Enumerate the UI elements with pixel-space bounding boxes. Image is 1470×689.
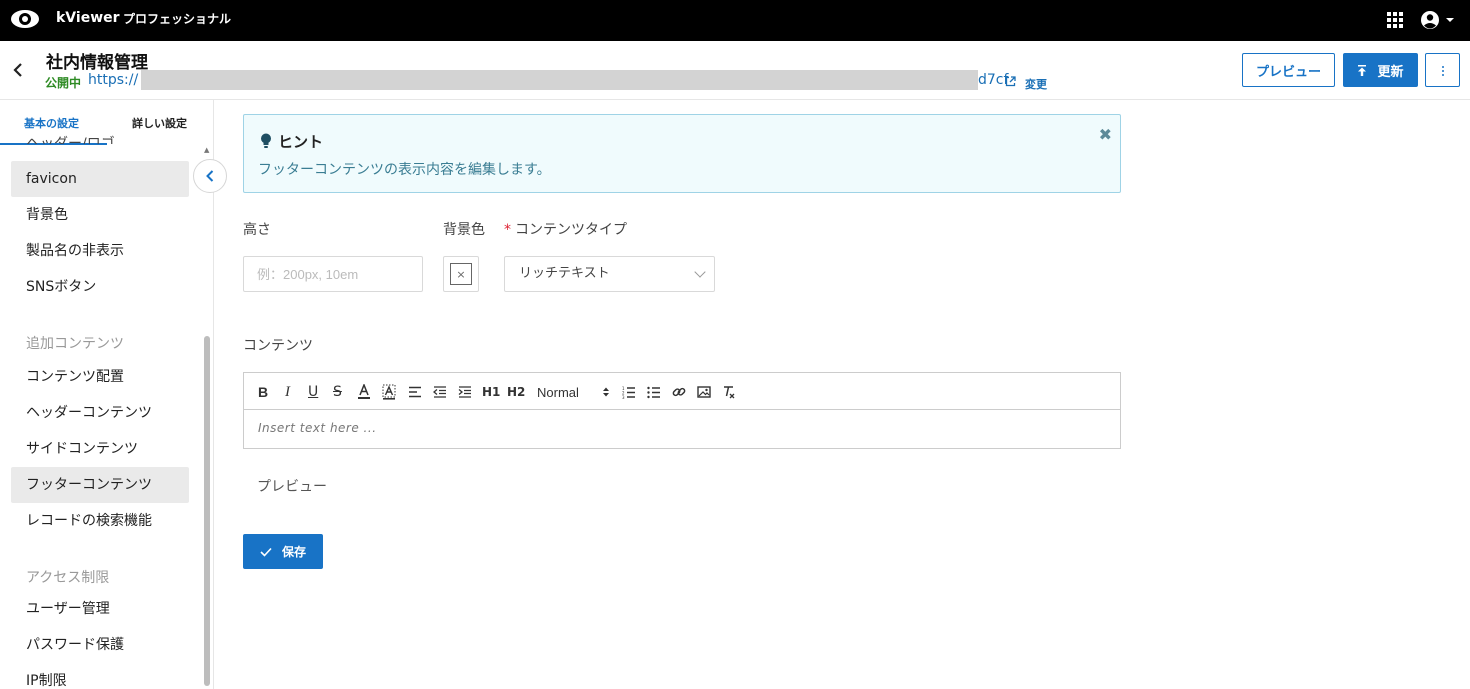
apps-grid-icon[interactable] — [1387, 12, 1403, 28]
editor-toolbar: B I U S H1 H2 Normal 123 — [244, 373, 1120, 410]
page-title: 社内情報管理 — [46, 53, 148, 73]
bullet-list-icon[interactable] — [647, 383, 661, 401]
sidebar-item-header-logo[interactable]: ヘッダー/ロゴ — [11, 124, 189, 144]
save-button[interactable]: 保存 — [243, 534, 323, 569]
publish-icon — [1358, 64, 1367, 76]
lightbulb-icon — [261, 133, 271, 148]
settings-sidebar: 基本の設定 詳しい設定 ヘッダー/ロゴ favicon 背景色 製品名の非表示 … — [0, 100, 214, 689]
image-icon[interactable] — [697, 383, 711, 401]
editor-placeholder[interactable]: Insert text here ... — [258, 421, 377, 435]
preview-section-label: プレビュー — [257, 479, 327, 495]
hint-text: フッターコンテンツの表示内容を編集します。 — [258, 162, 551, 178]
redacted-url-block — [141, 70, 978, 90]
more-options-button[interactable] — [1425, 53, 1460, 87]
sidebar-item-ip-restriction[interactable]: IP制限 — [11, 663, 189, 689]
preview-button[interactable]: プレビュー — [1242, 53, 1335, 87]
content-type-select[interactable]: リッチテキスト — [504, 256, 715, 292]
back-arrow-icon[interactable] — [13, 61, 23, 82]
underline-icon[interactable]: U — [308, 383, 318, 401]
sidebar-item-record-search[interactable]: レコードの検索機能 — [11, 503, 189, 539]
change-url-link[interactable]: 変更 — [1025, 76, 1047, 92]
sidebar-item-user-management[interactable]: ユーザー管理 — [11, 591, 189, 627]
background-color-label: 背景色 — [443, 222, 485, 238]
check-icon — [260, 547, 272, 557]
status-badge: 公開中 — [45, 76, 82, 90]
align-icon[interactable] — [408, 383, 422, 401]
account-circle-icon[interactable] — [1420, 10, 1458, 30]
public-url-suffix[interactable]: d7cf — [978, 72, 1008, 88]
link-icon[interactable] — [672, 383, 686, 401]
sidebar-item-hide-product-name[interactable]: 製品名の非表示 — [11, 233, 189, 269]
save-button-label: 保存 — [281, 545, 306, 559]
page-header: 社内情報管理 公開中 https:// d7cf 変更 プレビュー 更新 — [0, 41, 1470, 100]
edition-label: プロフェッショナル — [123, 12, 232, 26]
sidebar-item-favicon[interactable]: favicon — [11, 161, 189, 197]
brand-name[interactable]: kViewer — [56, 10, 120, 26]
content-type-label-text: コンテンツタイプ — [515, 222, 627, 238]
sidebar-item-background-color[interactable]: 背景色 — [11, 197, 189, 233]
close-icon[interactable]: ✖ — [1099, 125, 1112, 144]
background-color-picker[interactable]: × — [443, 256, 479, 292]
header-format-select[interactable]: Normal — [537, 383, 579, 401]
heading1-icon[interactable]: H1 — [482, 383, 500, 401]
bold-icon[interactable]: B — [258, 383, 268, 401]
external-link-icon[interactable] — [1005, 76, 1016, 87]
sidebar-scrollbar[interactable] — [204, 336, 210, 686]
content-type-value: リッチテキスト — [519, 266, 610, 281]
text-color-icon[interactable] — [357, 383, 371, 401]
sidebar-item-side-content[interactable]: サイドコンテンツ — [11, 431, 189, 467]
sidebar-item-sns-buttons[interactable]: SNSボタン — [11, 269, 189, 305]
outdent-icon[interactable] — [433, 383, 447, 401]
scroll-up-arrow-icon[interactable]: ▲ — [204, 146, 209, 154]
required-mark: * — [504, 222, 511, 238]
rich-text-editor[interactable]: B I U S H1 H2 Normal 123 Insert text her… — [243, 372, 1121, 449]
heading2-icon[interactable]: H2 — [507, 383, 525, 401]
sidebar-item-footer-content[interactable]: フッターコンテンツ — [11, 467, 189, 503]
svg-text:3: 3 — [622, 395, 625, 399]
collapse-sidebar-button[interactable] — [193, 159, 227, 193]
sidebar-item-header-content[interactable]: ヘッダーコンテンツ — [11, 395, 189, 431]
background-color-icon[interactable] — [382, 383, 396, 401]
content-label: コンテンツ — [243, 338, 313, 354]
sidebar-item-content-layout[interactable]: コンテンツ配置 — [11, 359, 189, 395]
chevron-left-icon — [206, 170, 214, 182]
sidebar-item-password-protection[interactable]: パスワード保護 — [11, 627, 189, 663]
ordered-list-icon[interactable]: 123 — [622, 383, 636, 401]
chevron-down-icon — [694, 266, 706, 278]
update-button-label: 更新 — [1377, 64, 1404, 80]
height-label: 高さ — [243, 222, 271, 238]
strikethrough-icon[interactable]: S — [333, 383, 342, 401]
update-button[interactable]: 更新 — [1343, 53, 1418, 87]
italic-icon[interactable]: I — [285, 383, 290, 401]
hint-box: ヒント フッターコンテンツの表示内容を編集します。 ✖ — [243, 114, 1121, 193]
public-url-prefix[interactable]: https:// — [88, 72, 138, 88]
top-bar: kViewer プロフェッショナル — [0, 0, 1470, 41]
section-additional-content: 追加コンテンツ — [26, 336, 124, 352]
height-input[interactable] — [243, 256, 423, 292]
eye-icon[interactable] — [10, 8, 40, 30]
clear-format-icon[interactable] — [722, 383, 736, 401]
color-clear-icon: × — [450, 263, 472, 285]
header-format-value: Normal — [537, 384, 579, 400]
format-select-arrows-icon[interactable] — [602, 383, 610, 401]
indent-icon[interactable] — [458, 383, 472, 401]
section-access-restriction: アクセス制限 — [26, 570, 110, 586]
hint-title: ヒント — [278, 133, 324, 151]
content-type-label: * コンテンツタイプ — [504, 219, 627, 239]
